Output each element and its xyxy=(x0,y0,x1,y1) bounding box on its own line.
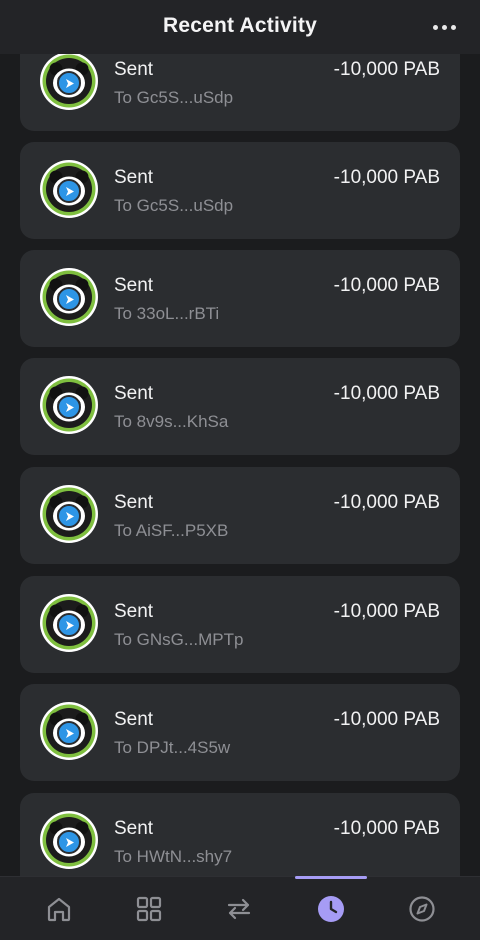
transaction-amount: -10,000 PAB xyxy=(333,275,440,296)
nav-home[interactable] xyxy=(14,877,104,940)
send-arrow-icon xyxy=(57,179,81,203)
transaction-card[interactable]: Sent To AiSF...P5XB -10,000 PAB xyxy=(20,467,460,564)
more-dots-icon xyxy=(432,24,438,30)
swap-icon xyxy=(227,898,251,920)
transaction-type: Sent xyxy=(114,818,154,839)
transaction-amount: -10,000 PAB xyxy=(333,818,440,839)
bottom-nav xyxy=(0,876,480,940)
send-arrow-icon xyxy=(57,504,81,528)
nav-explore[interactable] xyxy=(377,877,467,940)
send-arrow-icon xyxy=(57,287,81,311)
transaction-type: Sent xyxy=(114,59,154,80)
transaction-amount: -10,000 PAB xyxy=(333,709,440,730)
transaction-card[interactable]: Sent To DPJt...4S5w -10,000 PAB xyxy=(20,684,460,781)
send-arrow-icon xyxy=(57,721,81,745)
transaction-amount: -10,000 PAB xyxy=(333,492,440,513)
page-title: Recent Activity xyxy=(163,14,317,37)
transaction-type: Sent xyxy=(114,601,154,622)
nav-activity[interactable] xyxy=(286,877,376,940)
more-dots-icon xyxy=(441,24,447,30)
transaction-type: Sent xyxy=(114,167,154,188)
nav-swap[interactable] xyxy=(194,877,284,940)
transaction-amount: -10,000 PAB xyxy=(333,59,440,80)
transaction-recipient: To GNsG...MPTp xyxy=(114,630,244,649)
transaction-recipient: To DPJt...4S5w xyxy=(114,738,231,757)
transaction-recipient: To AiSF...P5XB xyxy=(114,521,229,540)
transaction-recipient: To Gc5S...uSdp xyxy=(114,196,234,215)
send-arrow-icon xyxy=(57,395,81,419)
home-icon xyxy=(47,897,71,922)
nav-collectibles[interactable] xyxy=(104,877,194,940)
clock-icon xyxy=(318,896,344,922)
transaction-recipient: To 33oL...rBTi xyxy=(114,304,220,323)
transaction-amount: -10,000 PAB xyxy=(333,167,440,188)
transaction-type: Sent xyxy=(114,492,154,513)
transaction-recipient: To HWtN...shy7 xyxy=(114,847,233,866)
transaction-type: Sent xyxy=(114,383,154,404)
transaction-card[interactable]: Sent To 33oL...rBTi -10,000 PAB xyxy=(20,250,460,347)
more-options-button[interactable] xyxy=(430,16,458,38)
transaction-recipient: To 8v9s...KhSa xyxy=(114,412,229,431)
transaction-type: Sent xyxy=(114,275,154,296)
grid-icon xyxy=(136,896,162,922)
transaction-card[interactable]: Sent To Gc5S...uSdp -10,000 PAB xyxy=(20,142,460,239)
transaction-card[interactable]: Sent To 8v9s...KhSa -10,000 PAB xyxy=(20,358,460,455)
transaction-amount: -10,000 PAB xyxy=(333,601,440,622)
transaction-card[interactable]: Sent To HWtN...shy7 -10,000 PAB xyxy=(20,793,460,876)
send-arrow-icon xyxy=(57,71,81,95)
activity-list[interactable]: Sent To Gc5S...uSdp -10,000 PAB Sent To … xyxy=(0,0,480,876)
transaction-recipient: To Gc5S...uSdp xyxy=(114,88,234,107)
transaction-card[interactable]: Sent To GNsG...MPTp -10,000 PAB xyxy=(20,576,460,673)
compass-icon xyxy=(409,896,435,922)
send-arrow-icon xyxy=(57,613,81,637)
top-header: Recent Activity xyxy=(0,0,480,54)
more-dots-icon xyxy=(450,24,456,30)
send-arrow-icon xyxy=(57,830,81,854)
transaction-type: Sent xyxy=(114,709,154,730)
transaction-amount: -10,000 PAB xyxy=(333,383,440,404)
